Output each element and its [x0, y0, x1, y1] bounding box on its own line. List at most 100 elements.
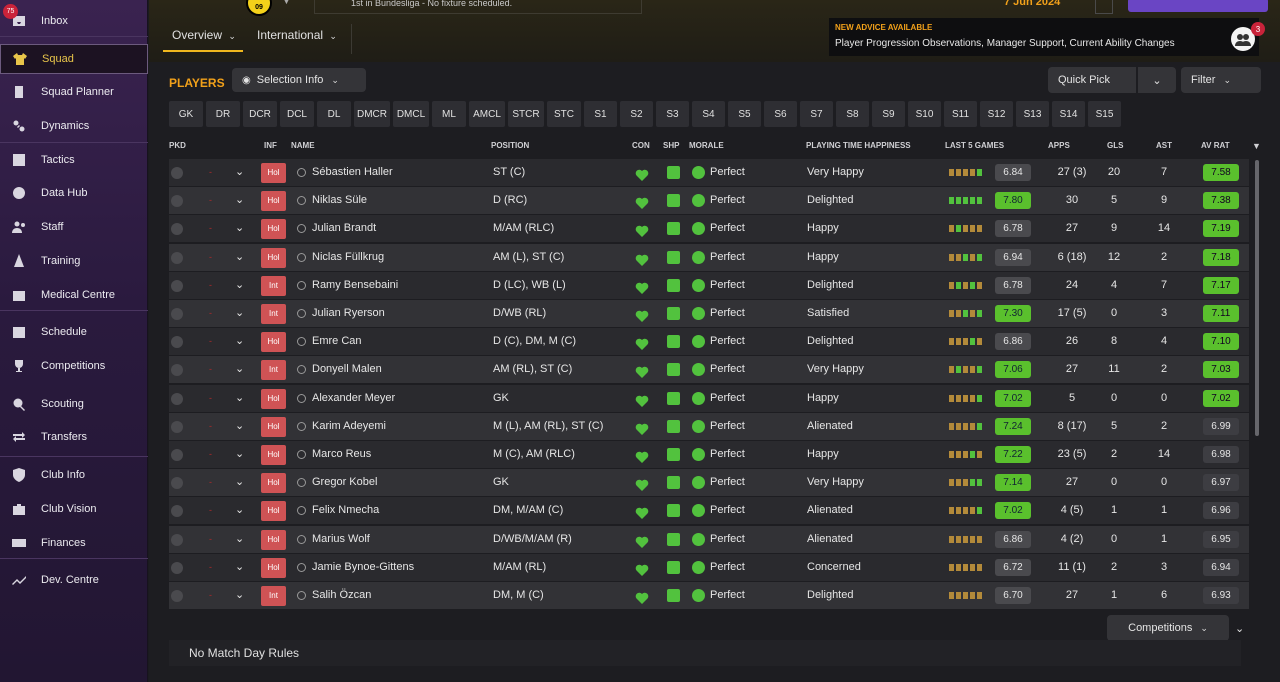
player-name[interactable]: Gregor Kobel: [312, 469, 377, 496]
selection-info-button[interactable]: ◉ Selection Info ⌄: [232, 68, 366, 92]
position-filter-s14[interactable]: S14: [1052, 101, 1085, 127]
advice-panel[interactable]: NEW ADVICE AVAILABLE Player Progression …: [829, 18, 1259, 56]
pkd-toggle[interactable]: [171, 533, 183, 546]
table-row[interactable]: - ⌄ Hol Marius Wolf D/WB/M/AM (R) Perfect Alie…: [169, 525, 1249, 553]
club-crest-icon[interactable]: 09: [246, 0, 272, 16]
sidebar-item-dev-centre[interactable]: Dev. Centre: [0, 565, 148, 595]
sidebar-item-finances[interactable]: Finances: [0, 528, 148, 558]
col-apps[interactable]: APPS: [1048, 141, 1070, 150]
sidebar-item-dynamics[interactable]: Dynamics: [0, 111, 148, 141]
player-name[interactable]: Niklas Süle: [312, 187, 367, 214]
table-row[interactable]: - ⌄ Int Ramy Bensebaini D (LC), WB (L) Perfec…: [169, 271, 1249, 299]
player-name[interactable]: Alexander Meyer: [312, 385, 395, 412]
player-name[interactable]: Marco Reus: [312, 441, 371, 468]
sidebar-item-transfers[interactable]: Transfers: [0, 422, 148, 452]
table-row[interactable]: - ⌄ Int Donyell Malen AM (RL), ST (C) Perfect…: [169, 356, 1249, 384]
chevron-down-icon[interactable]: ⌄: [235, 215, 244, 242]
sidebar-item-squad-planner[interactable]: Squad Planner: [0, 77, 148, 107]
table-scrollbar[interactable]: [1255, 160, 1259, 436]
position-filter-s4[interactable]: S4: [692, 101, 725, 127]
pkd-toggle[interactable]: [171, 505, 183, 518]
col-gls[interactable]: GLS: [1107, 141, 1123, 150]
position-filter-gk[interactable]: GK: [169, 101, 203, 127]
col-morale[interactable]: MORALE: [689, 141, 724, 150]
position-filter-s9[interactable]: S9: [872, 101, 905, 127]
position-filter-s5[interactable]: S5: [728, 101, 761, 127]
sort-desc-icon[interactable]: ▼: [1252, 141, 1261, 151]
player-name[interactable]: Marius Wolf: [312, 526, 370, 553]
sidebar-item-staff[interactable]: Staff: [0, 212, 148, 242]
sidebar-item-competitions[interactable]: Competitions: [0, 351, 148, 381]
pkd-toggle[interactable]: [171, 167, 183, 179]
chevron-down-icon[interactable]: ⌄: [235, 413, 244, 440]
sidebar-item-club-info[interactable]: Club Info: [0, 460, 148, 490]
table-row[interactable]: - ⌄ Hol Gregor Kobel GK Perfect Very Happy 7.14…: [169, 469, 1249, 497]
competitions-button[interactable]: Competitions ⌄: [1107, 615, 1229, 641]
pkd-toggle[interactable]: [171, 195, 183, 208]
chevron-down-icon[interactable]: ⌄: [235, 554, 244, 581]
player-name[interactable]: Ramy Bensebaini: [312, 272, 398, 299]
chevron-down-icon[interactable]: ⌄: [235, 187, 244, 214]
filter-button[interactable]: Filter ⌄: [1181, 67, 1261, 93]
tab-international[interactable]: International ⌄: [257, 28, 337, 42]
continue-button[interactable]: [1128, 0, 1268, 12]
player-name[interactable]: Karim Adeyemi: [312, 413, 386, 440]
footer-expand[interactable]: ⌄: [1235, 615, 1251, 641]
position-filter-s8[interactable]: S8: [836, 101, 869, 127]
position-filter-dmcl[interactable]: DMCL: [393, 101, 429, 127]
pkd-toggle[interactable]: [171, 336, 183, 349]
chevron-down-icon[interactable]: ⌄: [235, 159, 244, 186]
chevron-down-icon[interactable]: ⌄: [235, 441, 244, 468]
col-happiness[interactable]: PLAYING TIME HAPPINESS: [806, 141, 911, 150]
col-position[interactable]: POSITION: [491, 141, 529, 150]
pkd-toggle[interactable]: [171, 251, 183, 264]
quick-pick-dropdown[interactable]: ⌄: [1138, 67, 1176, 93]
position-filter-amcl[interactable]: AMCL: [469, 101, 505, 127]
table-row[interactable]: - ⌄ Hol Niklas Süle D (RC) Perfect Delighted 7.…: [169, 187, 1249, 215]
col-avrat[interactable]: AV RAT: [1201, 141, 1230, 150]
chevron-down-icon[interactable]: ⌄: [235, 300, 244, 327]
sidebar-item-medical-centre[interactable]: Medical Centre: [0, 280, 148, 310]
col-name[interactable]: NAME: [291, 141, 315, 150]
position-filter-dl[interactable]: DL: [317, 101, 351, 127]
sidebar-item-squad[interactable]: Squad: [0, 44, 148, 74]
position-filter-dcl[interactable]: DCL: [280, 101, 314, 127]
pkd-toggle[interactable]: [171, 449, 183, 461]
table-row[interactable]: - ⌄ Hol Marco Reus M (C), AM (RLC) Perfect Hap…: [169, 441, 1249, 468]
player-name[interactable]: Niclas Füllkrug: [312, 244, 384, 271]
chevron-down-icon[interactable]: ⌄: [235, 244, 244, 271]
chevron-down-icon[interactable]: ⌄: [235, 328, 244, 355]
calendar-toggle[interactable]: [1095, 0, 1113, 14]
position-filter-s13[interactable]: S13: [1016, 101, 1049, 127]
position-filter-ml[interactable]: ML: [432, 101, 466, 127]
pkd-toggle[interactable]: [171, 364, 183, 377]
col-inf[interactable]: INF: [264, 141, 277, 150]
position-filter-s12[interactable]: S12: [980, 101, 1013, 127]
position-filter-s7[interactable]: S7: [800, 101, 833, 127]
sidebar-item-schedule[interactable]: Schedule: [0, 317, 148, 347]
player-name[interactable]: Donyell Malen: [312, 356, 382, 383]
pkd-toggle[interactable]: [171, 561, 183, 574]
col-pkd[interactable]: PKD: [169, 141, 186, 150]
pkd-toggle[interactable]: [171, 223, 183, 236]
chevron-down-icon[interactable]: ⌄: [235, 469, 244, 496]
chevron-down-icon[interactable]: ⌄: [235, 582, 244, 609]
sidebar-item-training[interactable]: Training: [0, 246, 148, 276]
table-row[interactable]: - ⌄ Hol Julian Brandt M/AM (RLC) Perfect Happy…: [169, 215, 1249, 243]
table-row[interactable]: - ⌄ Hol Felix Nmecha DM, M/AM (C) Perfect Alie…: [169, 497, 1249, 525]
player-name[interactable]: Sébastien Haller: [312, 159, 393, 186]
chevron-down-icon[interactable]: ⌄: [235, 497, 244, 524]
col-shp[interactable]: SHP: [663, 141, 679, 150]
position-filter-s1[interactable]: S1: [584, 101, 617, 127]
position-filter-s6[interactable]: S6: [764, 101, 797, 127]
player-name[interactable]: Felix Nmecha: [312, 497, 379, 524]
table-row[interactable]: - ⌄ Hol Niclas Füllkrug AM (L), ST (C) Perfec…: [169, 243, 1249, 271]
chevron-down-icon[interactable]: ⌄: [235, 385, 244, 412]
pkd-toggle[interactable]: [171, 308, 183, 320]
chevron-down-icon[interactable]: ▼: [282, 0, 291, 6]
col-last5[interactable]: LAST 5 GAMES: [945, 141, 1004, 150]
sidebar-item-data-hub[interactable]: Data Hub: [0, 178, 148, 208]
sidebar-item-tactics[interactable]: Tactics: [0, 145, 148, 175]
tab-overview[interactable]: Overview ⌄: [172, 28, 236, 42]
player-name[interactable]: Salih Özcan: [312, 582, 371, 609]
